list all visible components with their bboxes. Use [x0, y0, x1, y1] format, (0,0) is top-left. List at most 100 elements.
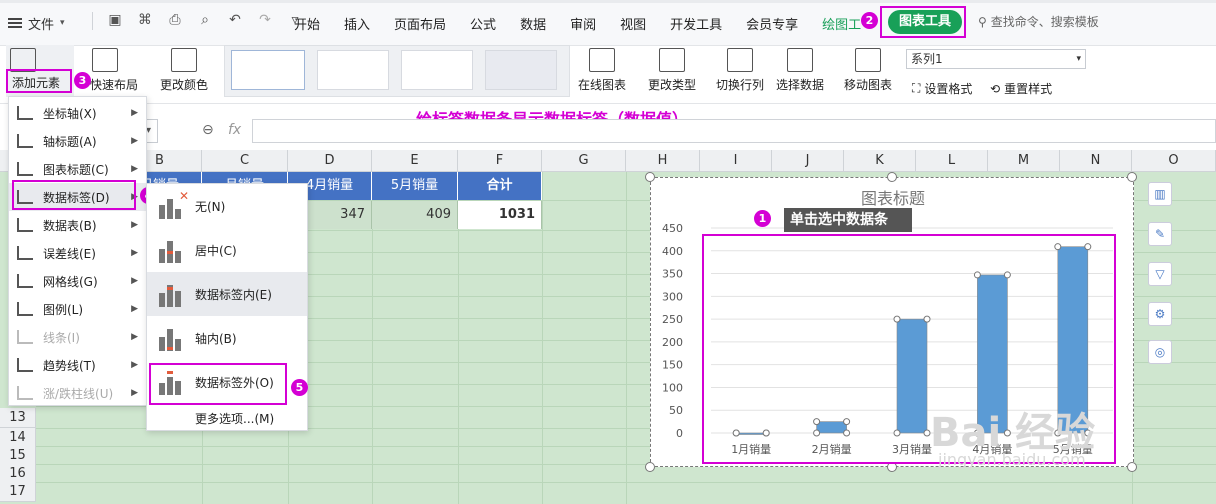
col-header-N[interactable]: N	[1060, 150, 1132, 172]
chart-style-icon[interactable]: ✎	[1148, 222, 1172, 246]
palette-icon	[171, 48, 197, 72]
set-format-label: 设置格式	[924, 82, 973, 96]
menu-item-axis-title[interactable]: 轴标题(A) ▶	[9, 127, 146, 155]
gridlines-icon	[17, 274, 33, 288]
select-data-icon	[787, 48, 813, 72]
y-tick-label: 50	[669, 404, 683, 417]
tab-view[interactable]: 视图	[608, 10, 658, 37]
series-value: 系列1	[911, 52, 943, 66]
col-header-I[interactable]: I	[700, 150, 772, 172]
chart-elements-icon[interactable]: ▥	[1148, 182, 1172, 206]
format-painter-icon[interactable]: ⌘	[137, 12, 153, 28]
select-data-button[interactable]: 选择数据	[776, 48, 824, 93]
search-box[interactable]: ⚲ 查找命令、搜索模板	[978, 13, 1099, 30]
submenu-more-options[interactable]: 更多选项...(M)	[147, 406, 307, 430]
settings-gear-icon[interactable]: ⚙	[1148, 302, 1172, 326]
col-header-G[interactable]: G	[542, 150, 626, 172]
series-select[interactable]: 系列1 ▾	[906, 49, 1086, 69]
menu-item-legend[interactable]: 图例(L) ▶	[9, 295, 146, 323]
axis-title-icon	[17, 134, 33, 148]
tab-formulas[interactable]: 公式	[458, 10, 508, 37]
col-header-F[interactable]: F	[458, 150, 542, 172]
table-cell[interactable]: 1031	[458, 201, 542, 229]
menu-item-chart-title[interactable]: 图表标题(C) ▶	[9, 155, 146, 183]
change-type-button[interactable]: 更改类型	[648, 48, 696, 93]
tab-review[interactable]: 审阅	[558, 10, 608, 37]
col-header-C[interactable]: C	[202, 150, 288, 172]
style-thumb[interactable]	[485, 50, 557, 90]
row-header-14[interactable]: 14	[0, 428, 36, 448]
resize-handle[interactable]	[645, 172, 655, 182]
submenu-item-inside-end[interactable]: 数据标签内(E)	[147, 272, 307, 316]
col-header-M[interactable]: M	[988, 150, 1060, 172]
row-header-17[interactable]: 17	[0, 482, 36, 502]
formula-input[interactable]	[252, 119, 1216, 143]
submenu-item-none[interactable]: ✕ 无(N)	[147, 184, 307, 228]
row-header-13[interactable]: 13	[0, 408, 36, 428]
menu-item-label: 轴标题(A)	[43, 134, 97, 149]
style-thumb[interactable]	[401, 50, 473, 90]
resize-handle[interactable]	[645, 462, 655, 472]
style-thumb[interactable]	[231, 50, 305, 90]
col-header-L[interactable]: L	[916, 150, 988, 172]
y-tick-label: 150	[662, 359, 683, 372]
col-header-E[interactable]: E	[372, 150, 458, 172]
style-thumb[interactable]	[317, 50, 389, 90]
undo-icon[interactable]: ↶	[227, 12, 243, 28]
menu-item-axis[interactable]: 坐标轴(X) ▶	[9, 99, 146, 127]
tab-home[interactable]: 开始	[282, 10, 332, 37]
outside-end-highlight	[149, 363, 287, 405]
menu-item-label: 趋势线(T)	[43, 358, 96, 373]
reset-icon: ⟲	[990, 81, 1001, 96]
add-element-menu: 坐标轴(X) ▶ 轴标题(A) ▶ 图表标题(C) ▶ 数据标签(D) ▶ 数据表(B)…	[8, 96, 147, 406]
change-type-label: 更改类型	[648, 78, 697, 92]
tab-page-layout[interactable]: 页面布局	[382, 10, 458, 37]
save-icon[interactable]: ▣	[107, 12, 123, 28]
tab-data[interactable]: 数据	[508, 10, 558, 37]
tab-chart-tools[interactable]: 图表工具	[888, 10, 962, 34]
file-menu-button[interactable]: 文件 ▾	[8, 10, 65, 36]
chevron-right-icon: ▶	[131, 248, 138, 258]
menu-item-trendline[interactable]: 趋势线(T) ▶	[9, 351, 146, 379]
zoom-icon[interactable]: ⊖	[202, 122, 214, 138]
table-cell[interactable]: 409	[372, 201, 458, 229]
change-color-button[interactable]: 更改颜色	[160, 48, 208, 93]
row-header-15[interactable]: 15	[0, 446, 36, 466]
row-header-16[interactable]: 16	[0, 464, 36, 484]
reset-style-button[interactable]: ⟲ 重置样式	[990, 80, 1052, 97]
set-format-button[interactable]: ⛶ 设置格式	[912, 80, 972, 97]
menu-item-gridlines[interactable]: 网格线(G) ▶	[9, 267, 146, 295]
tab-member[interactable]: 会员专享	[734, 10, 810, 37]
chevron-right-icon: ▶	[131, 388, 138, 398]
submenu-item-center[interactable]: 居中(C)	[147, 228, 307, 272]
resize-handle[interactable]	[1127, 172, 1137, 182]
data-labels-highlight	[12, 180, 136, 210]
redo-icon[interactable]: ↷	[257, 12, 273, 28]
submenu-item-inside-base[interactable]: 轴内(B)	[147, 316, 307, 360]
col-header-D[interactable]: D	[288, 150, 372, 172]
table-header[interactable]: 5月销量	[372, 172, 458, 200]
lightbulb-icon[interactable]: ◎	[1148, 340, 1172, 364]
menu-item-error-bars[interactable]: 误差线(E) ▶	[9, 239, 146, 267]
print-icon[interactable]: ⎙	[167, 12, 183, 28]
resize-handle[interactable]	[1127, 462, 1137, 472]
online-chart-button[interactable]: 在线图表	[578, 48, 626, 93]
tab-insert[interactable]: 插入	[332, 10, 382, 37]
table-header[interactable]: 合计	[458, 172, 542, 200]
quick-layout-button[interactable]	[92, 48, 118, 76]
chart-title[interactable]: 图表标题	[861, 189, 925, 208]
menu-item-updown-bars: 涨/跌柱线(U) ▶	[9, 379, 146, 407]
chart-filter-icon[interactable]: ▽	[1148, 262, 1172, 286]
tab-developer[interactable]: 开发工具	[658, 10, 734, 37]
print-preview-icon[interactable]: ⌕	[197, 12, 213, 28]
col-header-J[interactable]: J	[772, 150, 844, 172]
switch-rowcol-label: 切换行列	[716, 78, 765, 92]
resize-handle[interactable]	[887, 172, 897, 182]
col-header-H[interactable]: H	[626, 150, 700, 172]
switch-rowcol-button[interactable]: 切换行列	[716, 48, 764, 93]
col-header-O[interactable]: O	[1132, 150, 1216, 172]
fx-label: fx	[228, 122, 242, 138]
col-header-K[interactable]: K	[844, 150, 916, 172]
menu-item-data-table[interactable]: 数据表(B) ▶	[9, 211, 146, 239]
move-chart-button[interactable]: 移动图表	[844, 48, 892, 93]
